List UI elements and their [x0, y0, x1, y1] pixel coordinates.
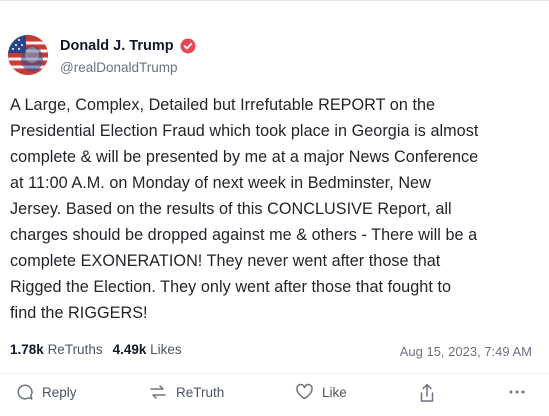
more-dots-icon [509, 390, 525, 394]
reply-label: Reply [42, 384, 77, 400]
share-button[interactable] [418, 383, 436, 403]
retruth-label: ReTruth [176, 384, 225, 400]
retruths-count: 1.78k [10, 342, 44, 357]
likes-stat[interactable]: 4.49k Likes [113, 342, 182, 357]
likes-count: 4.49k [112, 342, 147, 357]
author-name[interactable]: Donald J. Trump [60, 38, 174, 54]
share-icon [420, 383, 434, 402]
post-text: A Large, Complex, Detailed but Irrefutab… [10, 96, 479, 322]
verified-badge-icon [180, 38, 196, 54]
like-label: Like [322, 384, 347, 400]
like-button[interactable]: Like [295, 383, 347, 401]
retruths-stat[interactable]: 1.78k ReTruths [10, 342, 103, 357]
actions-divider [0, 373, 549, 374]
reply-bubble-icon [17, 384, 33, 400]
retruths-label: ReTruths [47, 342, 103, 357]
heart-icon [296, 383, 313, 400]
avatar-image [8, 35, 48, 75]
action-bar: Reply ReTruth Like [0, 383, 549, 409]
likes-label: Likes [150, 342, 182, 357]
author-handle[interactable]: @realDonaldTrump [60, 60, 178, 75]
top-divider [0, 0, 549, 1]
post-timestamp[interactable]: Aug 15, 2023, 7:49 AM [400, 344, 532, 359]
reply-button[interactable]: Reply [16, 383, 77, 401]
avatar[interactable] [8, 35, 48, 75]
post-stats: 1.78k ReTruths 4.49k Likes [10, 342, 182, 357]
retruth-arrows-icon [150, 385, 166, 399]
more-options-button[interactable] [508, 383, 526, 401]
retruth-button[interactable]: ReTruth [148, 383, 224, 401]
